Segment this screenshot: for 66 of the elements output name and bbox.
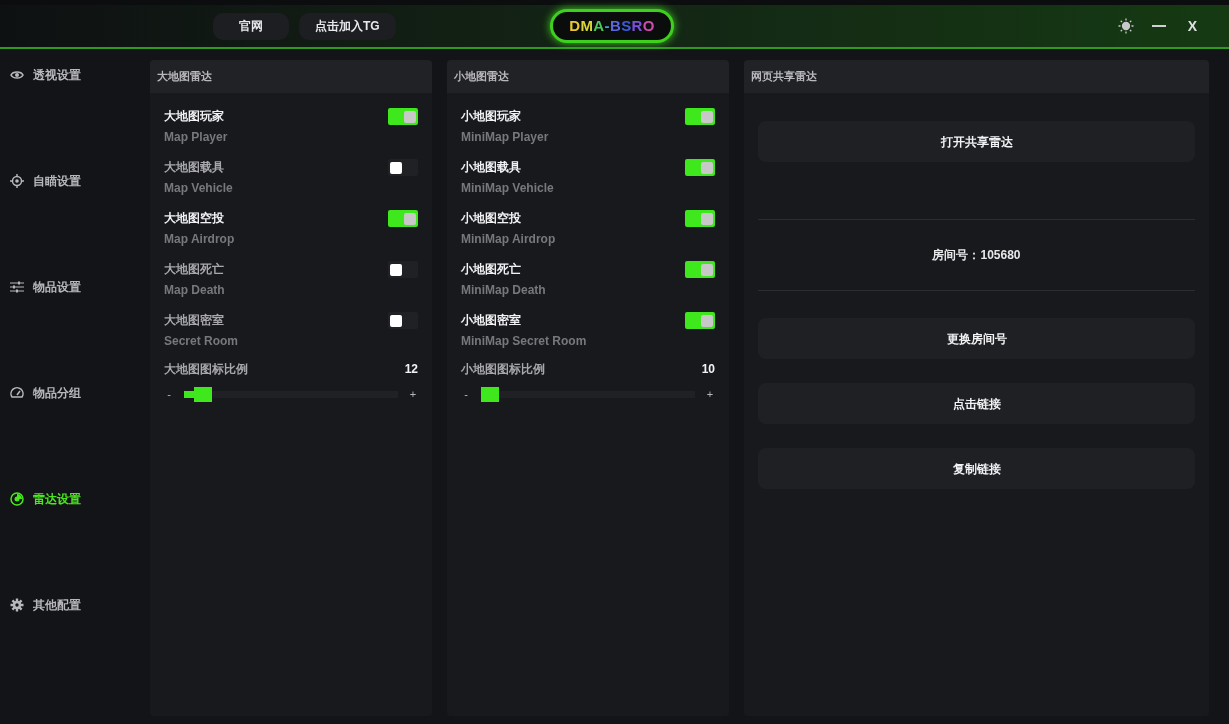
setting-label: 大地图死亡 <box>164 261 225 278</box>
share-button[interactable]: 打开共享雷达 <box>758 121 1195 162</box>
slider-thumb[interactable] <box>193 386 212 402</box>
setting-sublabel: Secret Room <box>164 333 239 350</box>
slider-value: 10 <box>701 361 715 378</box>
minimize-icon[interactable] <box>1151 24 1166 28</box>
close-button[interactable]: X <box>1183 15 1201 37</box>
sidebar-item[interactable]: 物品分组 <box>10 384 81 402</box>
setting-sublabel: MiniMap Player <box>461 129 549 146</box>
toggle-switch[interactable] <box>685 312 715 329</box>
slider-label: 大地图图标比例 <box>164 361 248 378</box>
setting-sublabel: MiniMap Airdrop <box>461 231 556 248</box>
panel-title: 网页共享雷达 <box>744 60 1209 93</box>
toggle-switch[interactable] <box>685 159 715 176</box>
sidebar-item[interactable]: 其他配置 <box>10 596 81 614</box>
toggle-switch[interactable] <box>388 312 418 329</box>
setting-sublabel: MiniMap Vehicle <box>461 180 554 197</box>
setting-label: 大地图载具 <box>164 159 225 176</box>
setting-label: 小地图密室 <box>461 312 522 329</box>
toggle-switch[interactable] <box>685 108 715 125</box>
setting-sublabel: Map Airdrop <box>164 231 235 248</box>
room-number: 房间号：105680 <box>932 247 1021 264</box>
panel-title: 大地图雷达 <box>150 60 432 93</box>
app-logo: DMA-BSRO <box>550 9 674 43</box>
minus-button[interactable]: - <box>461 386 471 403</box>
setting-sublabel: MiniMap Secret Room <box>461 333 587 350</box>
sidebar-item[interactable]: 物品设置 <box>10 278 81 296</box>
share-button[interactable]: 点击链接 <box>758 383 1195 424</box>
sidebar-item[interactable]: 雷达设置 <box>10 490 81 508</box>
setting-label: 小地图空投 <box>461 210 522 227</box>
toggle-switch[interactable] <box>685 261 715 278</box>
crosshair-icon <box>10 174 24 188</box>
slider-thumb[interactable] <box>481 386 499 402</box>
sidebar-item[interactable]: 自瞄设置 <box>10 172 81 190</box>
setting-sublabel: Map Vehicle <box>164 180 233 197</box>
toggle-switch[interactable] <box>685 210 715 227</box>
sidebar-item[interactable]: 透视设置 <box>10 66 81 84</box>
toggle-switch[interactable] <box>388 159 418 176</box>
setting-label: 小地图载具 <box>461 159 522 176</box>
plus-button[interactable]: + <box>408 386 418 403</box>
setting-label: 小地图玩家 <box>461 108 522 125</box>
gauge-icon <box>10 386 24 400</box>
setting-label: 大地图空投 <box>164 210 225 227</box>
minus-button[interactable]: - <box>164 386 174 403</box>
header-link[interactable]: 官网 <box>213 12 289 40</box>
panel-title: 小地图雷达 <box>447 60 729 93</box>
toggle-switch[interactable] <box>388 108 418 125</box>
setting-sublabel: Map Player <box>164 129 228 146</box>
toggle-switch[interactable] <box>388 210 418 227</box>
radar-icon <box>10 492 24 506</box>
settings-icon <box>10 598 24 612</box>
header-link[interactable]: 点击加入TG <box>299 12 396 40</box>
setting-label: 小地图死亡 <box>461 261 522 278</box>
plus-button[interactable]: + <box>705 386 715 403</box>
slider-value: 12 <box>404 361 418 378</box>
slider-label: 小地图图标比例 <box>461 361 545 378</box>
setting-label: 大地图密室 <box>164 312 225 329</box>
toggle-switch[interactable] <box>388 261 418 278</box>
setting-sublabel: MiniMap Death <box>461 282 546 299</box>
sliders-icon <box>10 280 24 294</box>
eye-icon <box>10 68 24 82</box>
setting-label: 大地图玩家 <box>164 108 225 125</box>
share-button[interactable]: 复制链接 <box>758 448 1195 489</box>
setting-sublabel: Map Death <box>164 282 225 299</box>
share-button[interactable]: 更换房间号 <box>758 318 1195 359</box>
brightness-icon[interactable] <box>1117 18 1134 34</box>
